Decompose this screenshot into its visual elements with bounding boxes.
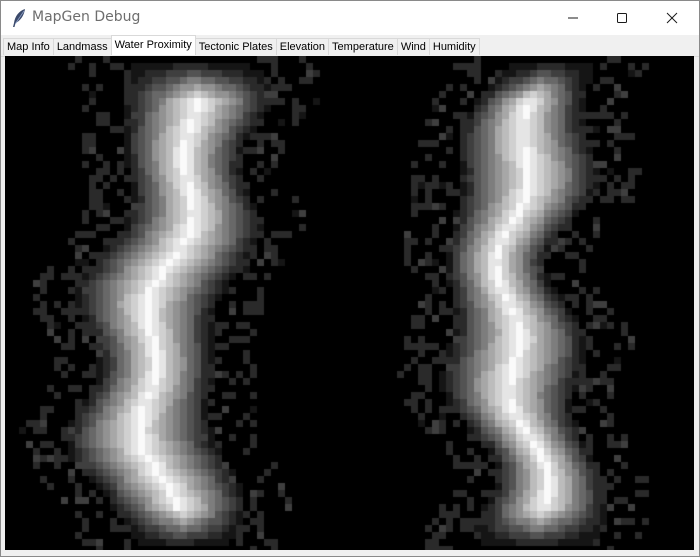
tab-humidity[interactable]: Humidity <box>428 38 480 55</box>
minimize-button[interactable] <box>550 1 596 35</box>
water-proximity-canvas[interactable] <box>5 56 694 550</box>
close-icon <box>666 12 678 24</box>
tab-bar: Map Info Landmass Water Proximity Tecton… <box>1 35 699 57</box>
tab-wind[interactable]: Wind <box>396 38 430 55</box>
tab-landmass[interactable]: Landmass <box>52 38 112 55</box>
water-proximity-heatmap <box>5 56 694 550</box>
title-bar[interactable]: MapGen Debug <box>1 1 699 35</box>
tab-temperature[interactable]: Temperature <box>328 38 398 55</box>
window-title: MapGen Debug <box>32 9 141 25</box>
minimize-icon <box>568 17 578 19</box>
maximize-button[interactable] <box>599 1 645 35</box>
tab-water-proximity[interactable]: Water Proximity <box>110 35 196 55</box>
tab-map-info[interactable]: Map Info <box>3 38 54 55</box>
tab-elevation[interactable]: Elevation <box>275 38 330 55</box>
close-button[interactable] <box>649 1 695 35</box>
feather-icon <box>13 9 25 27</box>
app-window: MapGen Debug Map Info Landmass Water Pro… <box>0 0 700 557</box>
tab-tectonic-plates[interactable]: Tectonic Plates <box>194 38 277 55</box>
maximize-icon <box>617 13 627 23</box>
